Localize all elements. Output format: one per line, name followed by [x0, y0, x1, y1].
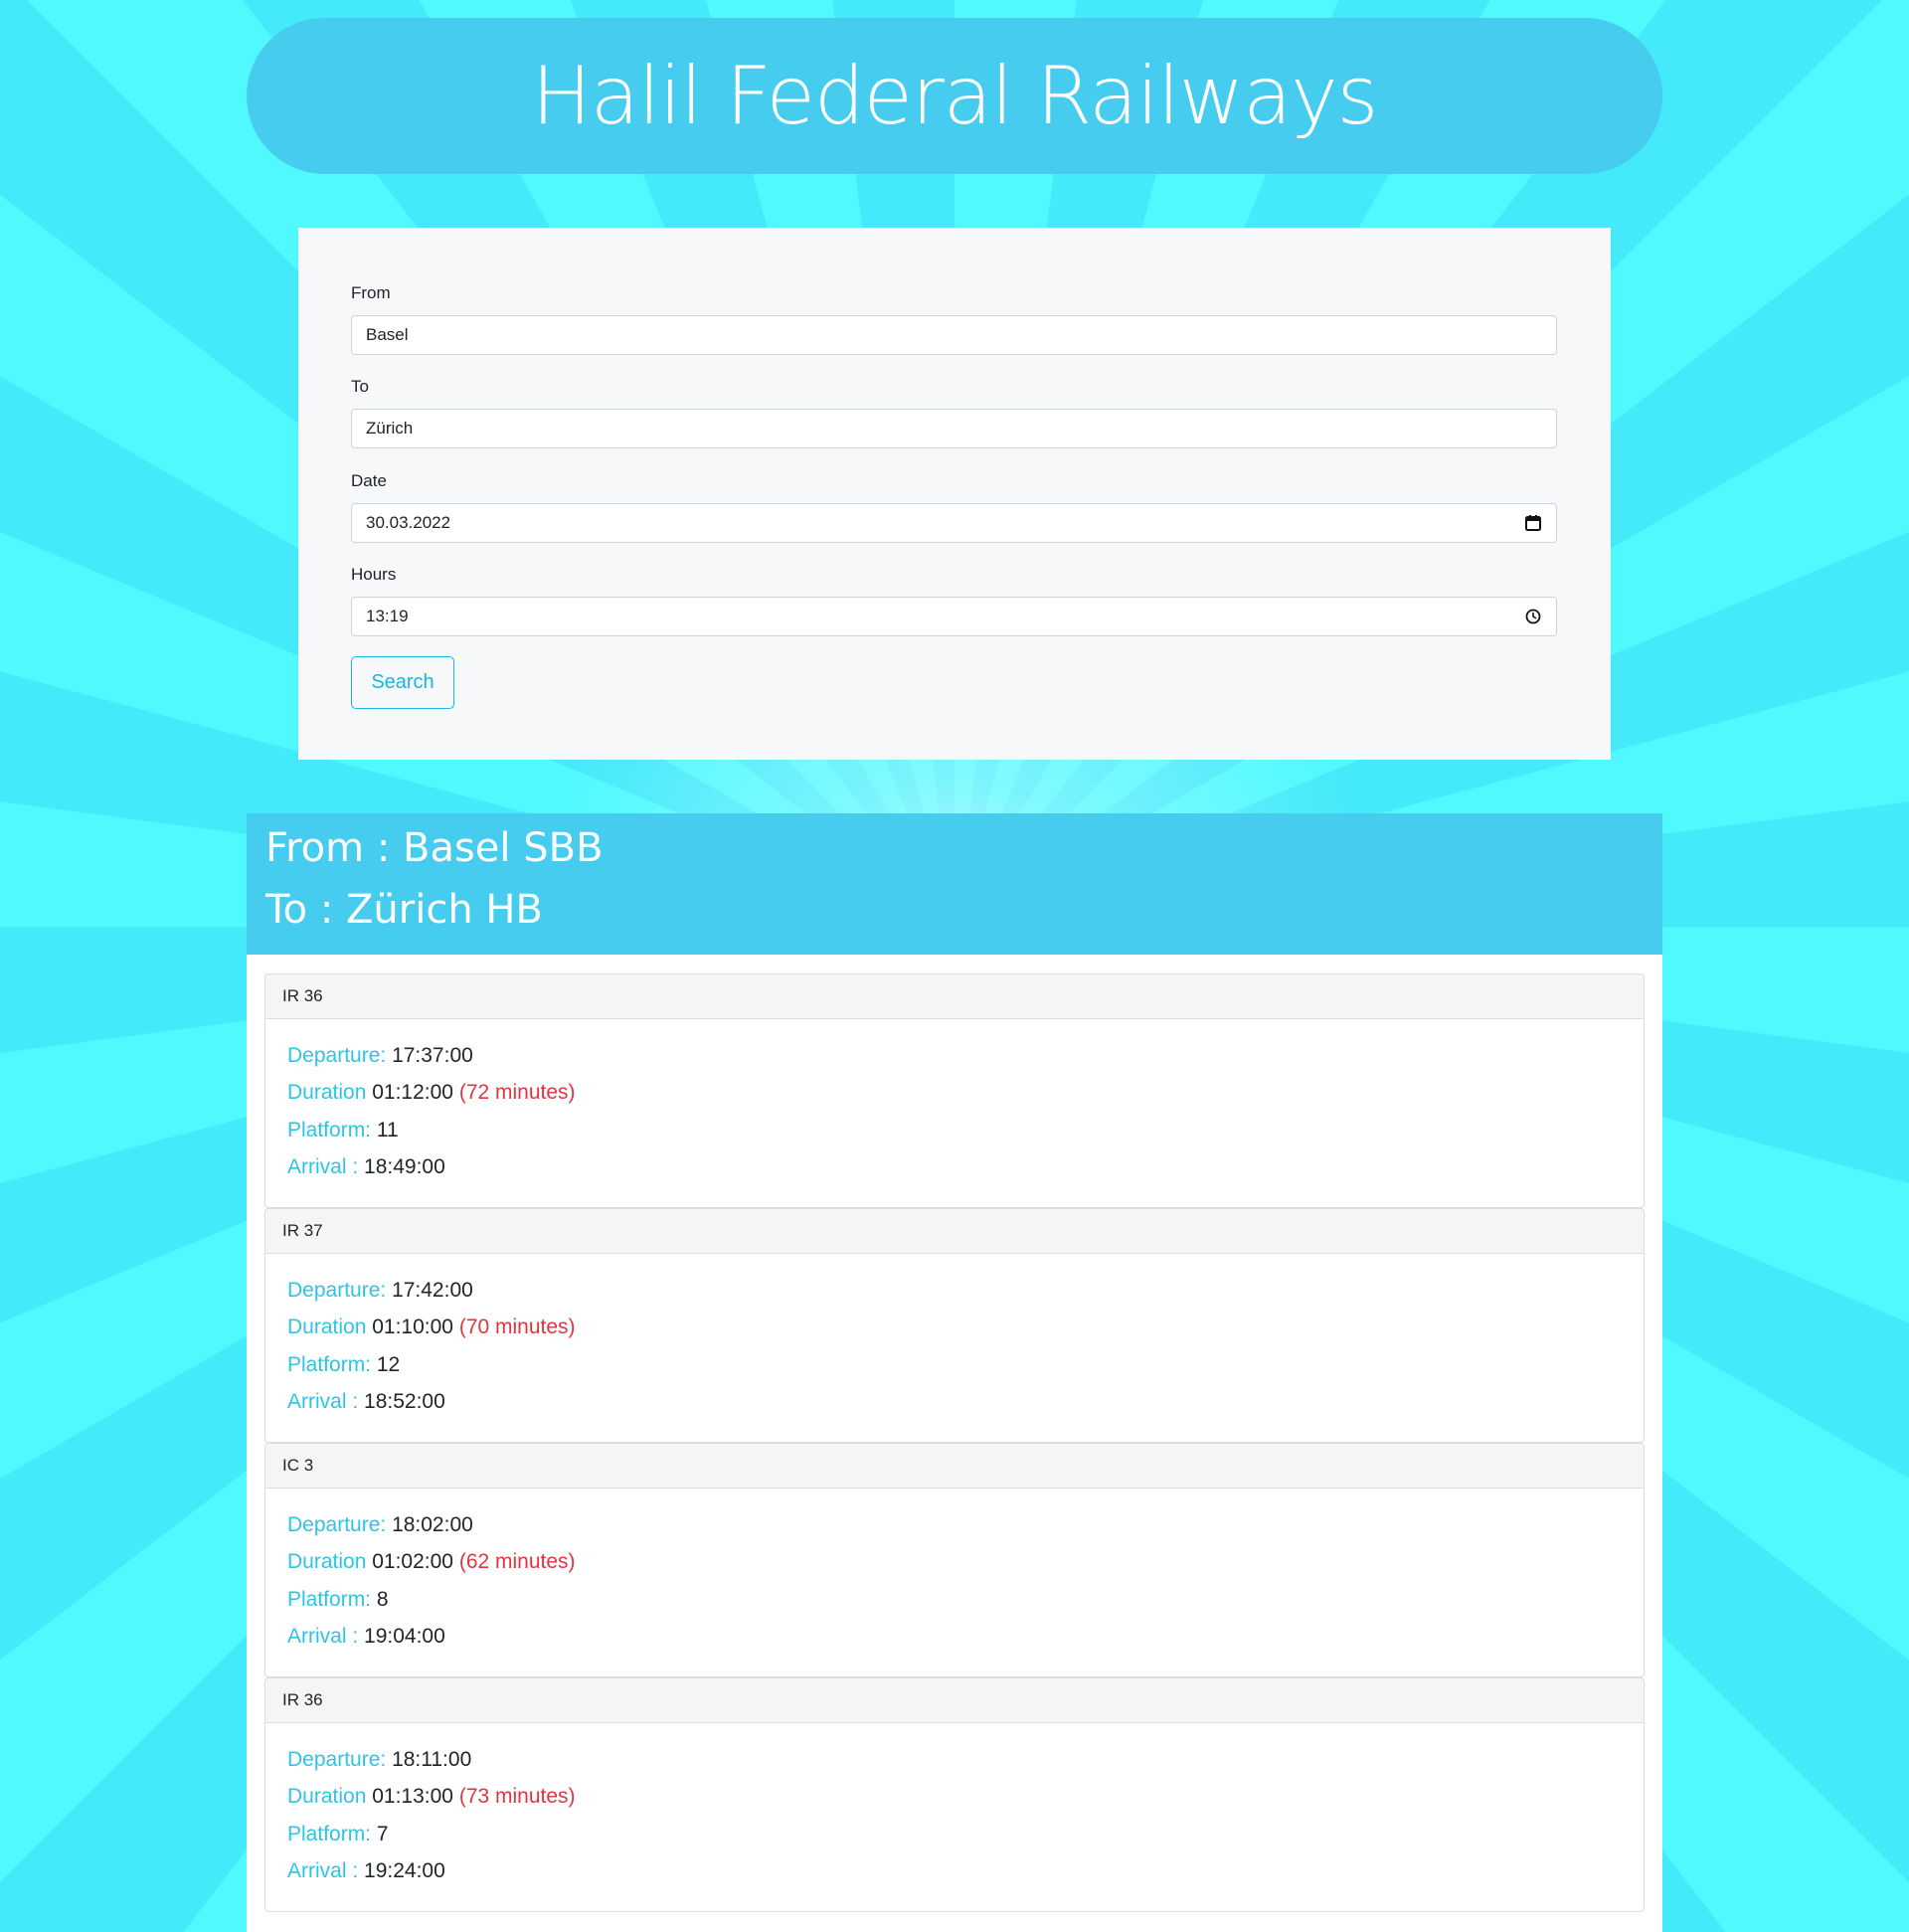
duration-minutes: (70 minutes)	[458, 1316, 576, 1338]
arrival-value: 18:52:00	[364, 1390, 445, 1413]
departure-label: Departure:	[287, 1044, 387, 1067]
arrival-label: Arrival :	[287, 1859, 359, 1882]
connection-card: IR 36 Departure: 17:37:00 Duration 01:12…	[264, 973, 1645, 1208]
platform-value: 12	[376, 1353, 401, 1376]
platform-row: Platform: 7	[287, 1823, 389, 1846]
connection-card: IR 36 Departure: 18:11:00 Duration 01:13…	[264, 1677, 1645, 1912]
departure-row: Departure: 18:11:00	[287, 1748, 471, 1772]
platform-value: 7	[376, 1823, 389, 1845]
connection-card: IC 3 Departure: 18:02:00 Duration 01:02:…	[264, 1443, 1645, 1677]
arrival-row: Arrival : 19:04:00	[287, 1625, 445, 1649]
departure-value: 17:37:00	[392, 1044, 473, 1067]
platform-row: Platform: 12	[287, 1353, 400, 1377]
from-label: From	[351, 283, 391, 302]
platform-value: 11	[376, 1119, 399, 1142]
departure-value: 17:42:00	[392, 1279, 473, 1302]
date-label: Date	[351, 471, 387, 490]
duration-label: Duration	[287, 1316, 367, 1338]
platform-row: Platform: 8	[287, 1588, 389, 1612]
duration-value: 01:02:00	[372, 1550, 453, 1573]
search-form: From Basel To Zürich Date 30.03.2022 Hou…	[298, 228, 1611, 760]
departure-value: 18:02:00	[392, 1513, 473, 1536]
duration-value: 01:12:00	[372, 1081, 453, 1104]
to-input[interactable]: Zürich	[351, 409, 1557, 448]
from-input-value: Basel	[366, 325, 409, 344]
hours-input[interactable]: 13:19	[351, 597, 1557, 636]
platform-label: Platform:	[287, 1353, 372, 1376]
page-title: Halil Federal Railways	[531, 50, 1378, 142]
date-input-value: 30.03.2022	[366, 513, 451, 532]
departure-value: 18:11:00	[392, 1748, 472, 1771]
duration-label: Duration	[287, 1081, 367, 1104]
arrival-value: 18:49:00	[364, 1155, 445, 1178]
duration-row: Duration 01:10:00 (70 minutes)	[287, 1316, 576, 1339]
to-input-value: Zürich	[366, 419, 414, 438]
departure-row: Departure: 18:02:00	[287, 1513, 473, 1537]
platform-value: 8	[376, 1588, 389, 1611]
duration-value: 01:13:00	[372, 1785, 453, 1808]
hours-label: Hours	[351, 565, 397, 584]
arrival-label: Arrival :	[287, 1155, 359, 1178]
train-name: IR 36	[265, 974, 1644, 1019]
platform-row: Platform: 11	[287, 1119, 399, 1142]
site-header: Halil Federal Railways	[247, 18, 1662, 174]
arrival-row: Arrival : 19:24:00	[287, 1859, 445, 1883]
duration-row: Duration 01:02:00 (62 minutes)	[287, 1550, 576, 1574]
duration-minutes: (62 minutes)	[458, 1550, 576, 1573]
duration-value: 01:10:00	[372, 1316, 453, 1338]
departure-label: Departure:	[287, 1748, 387, 1771]
train-name: IR 37	[265, 1209, 1644, 1254]
clock-icon[interactable]	[1524, 608, 1542, 625]
from-input[interactable]: Basel	[351, 315, 1557, 355]
arrival-value: 19:04:00	[364, 1625, 445, 1648]
duration-label: Duration	[287, 1550, 367, 1573]
departure-label: Departure:	[287, 1513, 387, 1536]
arrival-row: Arrival : 18:49:00	[287, 1155, 445, 1179]
calendar-icon[interactable]	[1524, 514, 1542, 532]
to-label: To	[351, 377, 369, 396]
duration-minutes: (72 minutes)	[458, 1081, 576, 1104]
results-to: To : Zürich HB	[265, 887, 543, 933]
results-header: From : Basel SBB To : Zürich HB	[247, 813, 1662, 955]
duration-row: Duration 01:12:00 (72 minutes)	[287, 1081, 576, 1105]
departure-row: Departure: 17:42:00	[287, 1279, 473, 1303]
platform-label: Platform:	[287, 1119, 372, 1142]
departure-row: Departure: 17:37:00	[287, 1044, 473, 1068]
departure-label: Departure:	[287, 1279, 387, 1302]
results-panel: From : Basel SBB To : Zürich HB IR 36 De…	[247, 813, 1662, 1932]
train-name: IR 36	[265, 1678, 1644, 1723]
platform-label: Platform:	[287, 1823, 372, 1845]
duration-label: Duration	[287, 1785, 367, 1808]
hours-input-value: 13:19	[366, 607, 409, 625]
train-name: IC 3	[265, 1444, 1644, 1489]
arrival-label: Arrival :	[287, 1390, 359, 1413]
results-from: From : Basel SBB	[265, 825, 604, 871]
connection-card: IR 37 Departure: 17:42:00 Duration 01:10…	[264, 1208, 1645, 1443]
arrival-value: 19:24:00	[364, 1859, 445, 1882]
duration-minutes: (73 minutes)	[458, 1785, 576, 1808]
search-button[interactable]: Search	[351, 656, 454, 709]
arrival-row: Arrival : 18:52:00	[287, 1390, 445, 1414]
arrival-label: Arrival :	[287, 1625, 359, 1648]
date-input[interactable]: 30.03.2022	[351, 503, 1557, 543]
duration-row: Duration 01:13:00 (73 minutes)	[287, 1785, 576, 1809]
platform-label: Platform:	[287, 1588, 372, 1611]
